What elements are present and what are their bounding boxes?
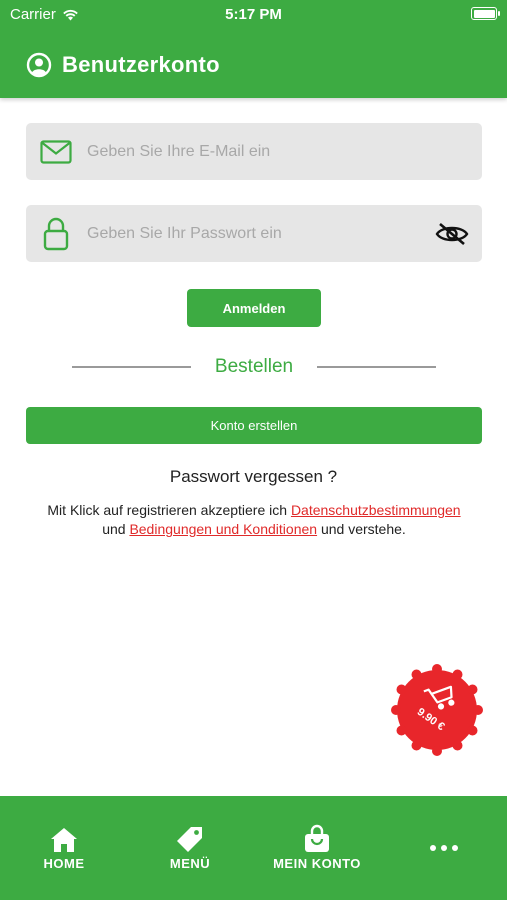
terms-text: Mit Klick auf registrieren akzeptiere ic…	[26, 501, 482, 539]
status-time: 5:17 PM	[225, 6, 282, 23]
tag-icon	[177, 827, 202, 852]
divider-label: Bestellen	[214, 356, 294, 377]
divider-line-left	[72, 366, 191, 368]
cart-badge-button[interactable]: 9.90 €	[389, 662, 485, 758]
toggle-password-visibility-button[interactable]	[422, 221, 482, 247]
email-field-container	[26, 123, 482, 180]
app-header: Carrier 5:17 PM Benutzerkonto	[0, 0, 507, 98]
create-account-button[interactable]: Konto erstellen	[26, 407, 482, 444]
terms-and: und	[102, 521, 126, 537]
password-field-container	[26, 205, 482, 262]
bottom-navigation: HOME MENÜ MEIN KONTO	[0, 796, 507, 900]
terms-suffix: und verstehe.	[320, 521, 406, 537]
status-bar: Carrier 5:17 PM	[0, 0, 507, 30]
nav-menu-label: MENÜ	[169, 856, 211, 871]
mail-icon	[40, 139, 72, 164]
more-dots-icon	[430, 845, 458, 851]
eye-slash-icon	[435, 222, 469, 245]
nav-home[interactable]: HOME	[34, 796, 94, 900]
login-button[interactable]: Anmelden	[187, 289, 321, 327]
more-button[interactable]	[418, 840, 470, 856]
password-input[interactable]	[86, 205, 422, 262]
page-title: Benutzerkonto	[62, 52, 220, 77]
user-circle-icon	[26, 52, 52, 78]
terms-conditions-link[interactable]: Bedingungen und Konditionen	[129, 521, 317, 537]
terms-prefix: Mit Klick auf registrieren akzeptiere ic…	[47, 502, 288, 518]
battery-icon	[471, 7, 500, 20]
mail-icon-wrap	[26, 139, 86, 164]
divider-line-right	[317, 366, 437, 368]
nav-my-account-label: MEIN KONTO	[273, 856, 361, 871]
lock-icon-wrap	[26, 217, 86, 251]
nav-menu[interactable]: MENÜ	[160, 796, 220, 900]
divider-row: Bestellen	[72, 355, 437, 379]
cart-badge-graphic: 9.90 €	[391, 664, 483, 756]
title-bar: Benutzerkonto	[26, 50, 220, 80]
nav-home-label: HOME	[43, 856, 85, 871]
email-input[interactable]	[86, 123, 482, 180]
lock-icon	[43, 217, 69, 250]
forgot-password-link[interactable]: Passwort vergessen ?	[0, 467, 507, 487]
shopping-bag-icon	[305, 824, 329, 852]
nav-my-account[interactable]: MEIN KONTO	[267, 796, 367, 900]
home-icon	[51, 828, 77, 852]
privacy-policy-link[interactable]: Datenschutzbestimmungen	[291, 502, 461, 518]
